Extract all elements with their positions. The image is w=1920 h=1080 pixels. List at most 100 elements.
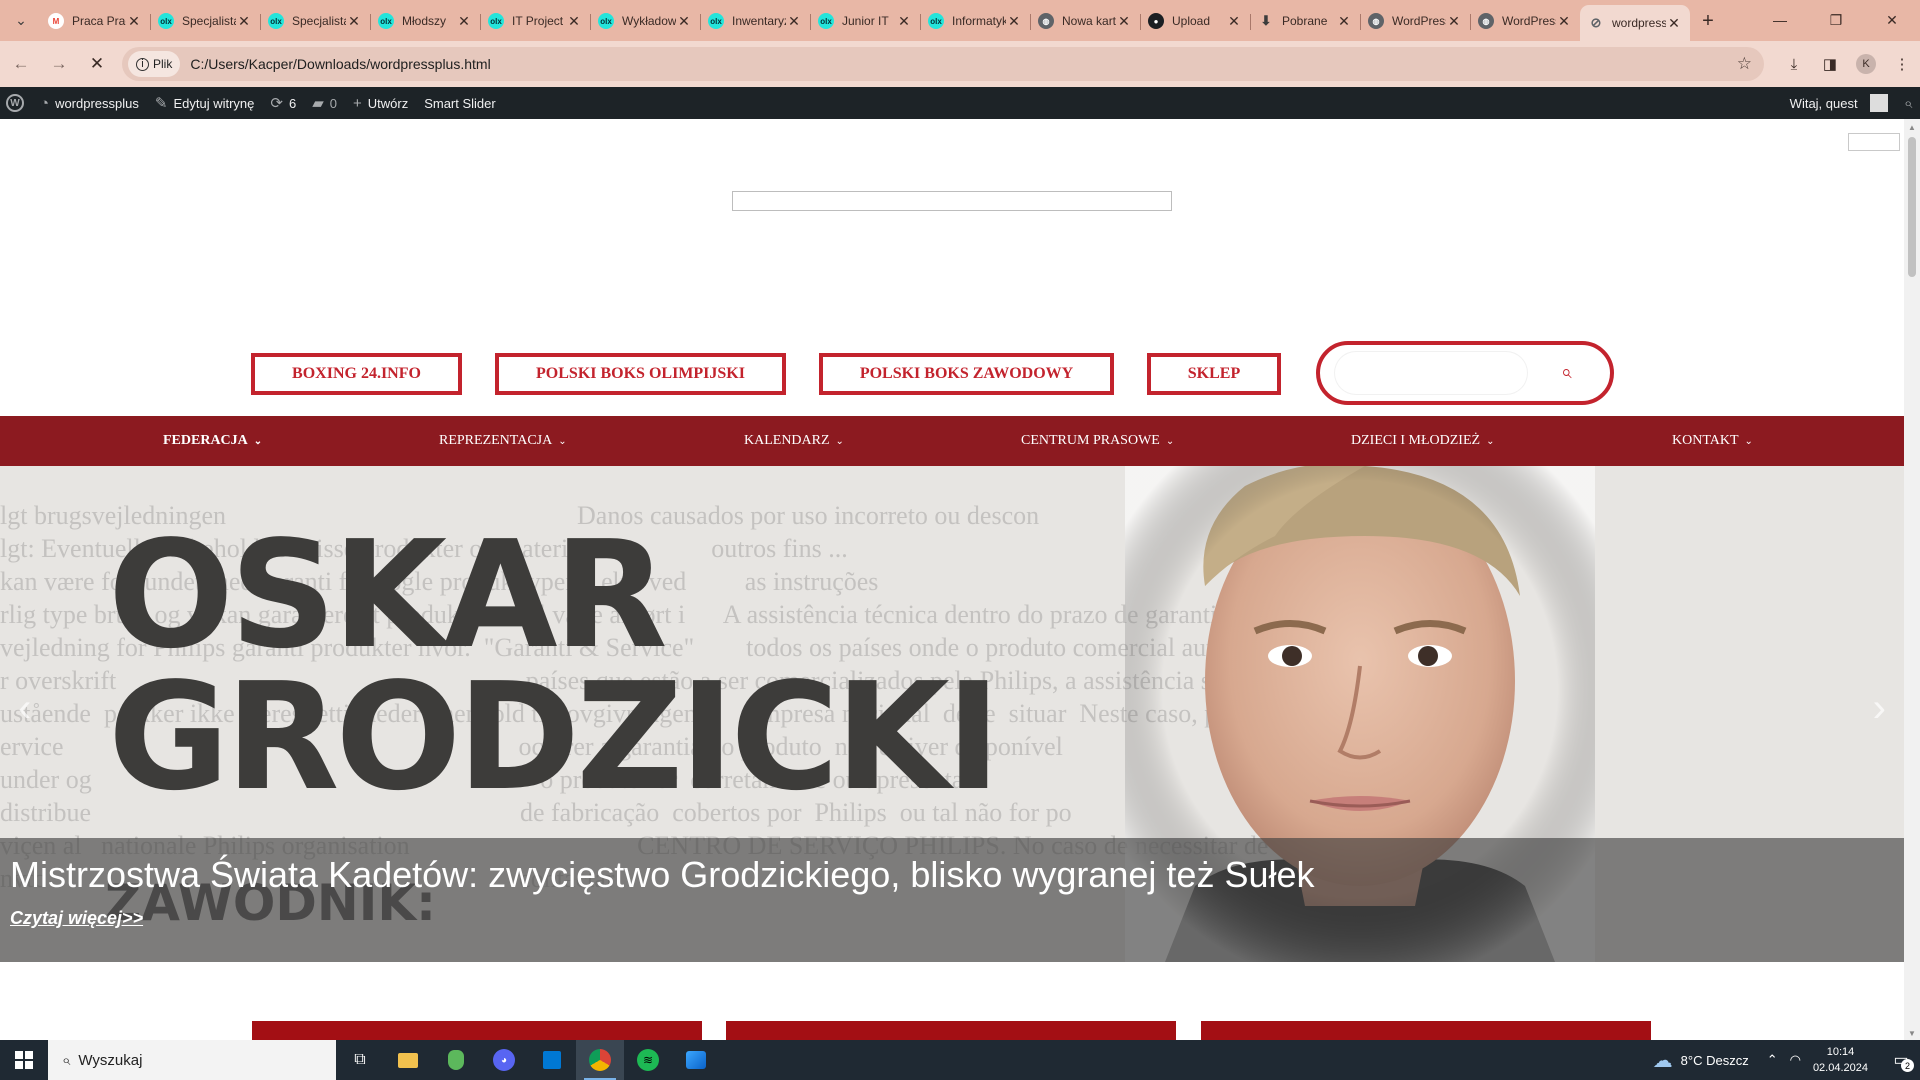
hero-slider[interactable]: lgt brugsvejledningen Danos causados por…	[0, 466, 1904, 962]
olx-icon: olx	[268, 13, 284, 29]
side-panel-button[interactable]: ◨	[1812, 47, 1848, 81]
new-tab-button[interactable]: +	[1694, 7, 1722, 35]
browser-tab[interactable]: ◍ WordPress ✕	[1470, 5, 1580, 37]
close-icon[interactable]: ✕	[1556, 13, 1572, 30]
edit-site-link[interactable]: ✎ Edytuj witrynę	[147, 87, 263, 119]
store-button[interactable]	[528, 1040, 576, 1080]
file-explorer-button[interactable]	[384, 1040, 432, 1080]
close-icon[interactable]: ✕	[566, 13, 582, 30]
close-icon[interactable]: ✕	[1336, 13, 1352, 30]
search-input[interactable]	[1334, 351, 1528, 395]
browser-tab[interactable]: ◍Nowa karta✕	[1030, 5, 1140, 37]
site-logo-image[interactable]	[732, 191, 1172, 211]
nav-item-federacja[interactable]: FEDERACJA ⌄	[163, 416, 262, 466]
close-icon[interactable]: ✕	[1116, 13, 1132, 30]
smart-slider-menu[interactable]: Smart Slider	[416, 87, 504, 119]
close-icon[interactable]: ✕	[1446, 13, 1462, 30]
browser-tab[interactable]: ◍ WordPress ✕	[1360, 5, 1470, 37]
slider-next-arrow[interactable]: ›	[1873, 686, 1886, 731]
scroll-down-icon[interactable]: ▼	[1904, 1025, 1920, 1041]
url-text[interactable]: C:/Users/Kacper/Downloads/wordpressplus.…	[190, 56, 490, 72]
updates-link[interactable]: ⟳ 6	[262, 87, 304, 119]
address-bar[interactable]: i Plik C:/Users/Kacper/Downloads/wordpre…	[122, 47, 1764, 81]
browser-tab[interactable]: olx IT Project ✕	[480, 5, 590, 37]
vpn-app-button[interactable]	[432, 1040, 480, 1080]
slider-prev-arrow[interactable]: ‹	[18, 686, 31, 731]
scrollbar-thumb[interactable]	[1908, 137, 1916, 277]
link-boxing24[interactable]: BOXING 24.INFO	[251, 353, 462, 395]
link-polski-boks-olimpijski[interactable]: POLSKI BOKS OLIMPIJSKI	[495, 353, 786, 395]
close-icon[interactable]: ✕	[786, 13, 802, 30]
admin-search-button[interactable]: ⌕	[1896, 87, 1920, 119]
taskbar-search[interactable]: ⌕ Wyszukaj	[48, 1040, 336, 1080]
news-card[interactable]	[252, 1021, 702, 1041]
comments-link[interactable]: ▰ 0	[304, 87, 345, 119]
discord-button[interactable]: ◕	[480, 1040, 528, 1080]
browser-tab[interactable]: ⬇ Pobrane ✕	[1250, 5, 1360, 37]
task-view-button[interactable]: ⧉	[336, 1040, 384, 1080]
close-icon: ✕	[1886, 11, 1898, 28]
minimize-button[interactable]: —	[1752, 0, 1808, 40]
scroll-up-icon[interactable]: ▲	[1904, 119, 1920, 135]
profile-avatar[interactable]: K	[1856, 54, 1876, 74]
link-sklep[interactable]: SKLEP	[1147, 353, 1281, 395]
stop-loading-button[interactable]: ✕	[80, 47, 114, 81]
browser-tab[interactable]: olx Młodszy ✕	[370, 5, 480, 37]
menu-button[interactable]: ⋮	[1884, 47, 1920, 81]
wifi-icon[interactable]: ◠	[1790, 1052, 1801, 1068]
search-icon: ⌕	[62, 1051, 71, 1069]
nav-item-dzieci-i-mlodziez[interactable]: DZIECI I MŁODZIEŻ ⌄	[1351, 416, 1494, 466]
start-button[interactable]	[0, 1040, 48, 1080]
chevron-up-icon[interactable]: ⌃	[1767, 1052, 1778, 1068]
restore-button[interactable]: ❐	[1808, 0, 1864, 40]
nav-item-kontakt[interactable]: KONTAKT ⌄	[1672, 416, 1753, 466]
wp-logo-menu[interactable]: W	[0, 87, 32, 119]
close-icon[interactable]: ✕	[1006, 13, 1022, 30]
close-icon[interactable]: ✕	[1666, 15, 1682, 32]
back-button[interactable]: ←	[4, 47, 38, 81]
search-icon[interactable]: ⌕	[1561, 362, 1572, 384]
news-card[interactable]	[1201, 1021, 1651, 1041]
site-name-menu[interactable]: ◔ wordpressplus	[32, 87, 147, 119]
account-menu[interactable]: Witaj, quest	[1782, 87, 1896, 119]
browser-tab[interactable]: MPraca Pracuj.pl✕	[40, 5, 150, 37]
clock[interactable]: 10:14 02.04.2024	[1813, 1044, 1868, 1076]
nav-item-reprezentacja[interactable]: REPREZENTACJA ⌄	[439, 416, 567, 466]
browser-tab-active[interactable]: ⊘wordpressplus✕	[1580, 5, 1690, 41]
chrome-button[interactable]	[576, 1040, 624, 1080]
close-icon[interactable]: ✕	[236, 13, 252, 30]
close-icon[interactable]: ✕	[1226, 13, 1242, 30]
browser-tab[interactable]: olx Junior IT ✕	[810, 5, 920, 37]
tab-search-button[interactable]: ⌄	[6, 5, 36, 35]
site-info-chip[interactable]: i Plik	[128, 51, 181, 77]
page-scrollbar[interactable]: ▲ ▼	[1904, 119, 1920, 1041]
nav-item-centrum-prasowe[interactable]: CENTRUM PRASOWE ⌄	[1021, 416, 1174, 466]
browser-tab[interactable]: olx Specjalista ✕	[150, 5, 260, 37]
close-window-button[interactable]: ✕	[1864, 0, 1920, 40]
slide-title[interactable]: Mistrzostwa Świata Kadetów: zwycięstwo G…	[10, 854, 1315, 896]
read-more-link[interactable]: Czytaj więcej>>	[10, 908, 143, 929]
browser-tab[interactable]: olx Specjalista ✕	[260, 5, 370, 37]
close-icon[interactable]: ✕	[346, 13, 362, 30]
browser-tab[interactable]: olx Informatyk ✕	[920, 5, 1030, 37]
link-polski-boks-zawodowy[interactable]: POLSKI BOKS ZAWODOWY	[819, 353, 1114, 395]
forward-button[interactable]: →	[42, 47, 76, 81]
photos-button[interactable]	[672, 1040, 720, 1080]
bookmark-star-icon[interactable]: ☆	[1737, 54, 1752, 74]
close-icon[interactable]: ✕	[126, 13, 142, 30]
globe-icon: ◍	[1478, 13, 1494, 29]
close-icon[interactable]: ✕	[676, 13, 692, 30]
news-card[interactable]	[726, 1021, 1176, 1041]
nav-item-kalendarz[interactable]: KALENDARZ ⌄	[744, 416, 844, 466]
close-icon[interactable]: ✕	[456, 13, 472, 30]
spotify-button[interactable]: ≋	[624, 1040, 672, 1080]
notifications-button[interactable]: ▭ 2	[1882, 1040, 1920, 1080]
new-content-menu[interactable]: + Utwórz	[345, 87, 416, 119]
browser-tab[interactable]: olxInwentaryzacja✕	[700, 5, 810, 37]
plus-icon: +	[352, 94, 362, 112]
downloads-button[interactable]: ⤓	[1776, 47, 1812, 81]
weather-widget[interactable]: ☁ 8°C Deszcz	[1653, 1048, 1749, 1073]
browser-tab[interactable]: ● Upload ✕	[1140, 5, 1250, 37]
browser-tab[interactable]: olxWykładowca✕	[590, 5, 700, 37]
close-icon[interactable]: ✕	[896, 13, 912, 30]
